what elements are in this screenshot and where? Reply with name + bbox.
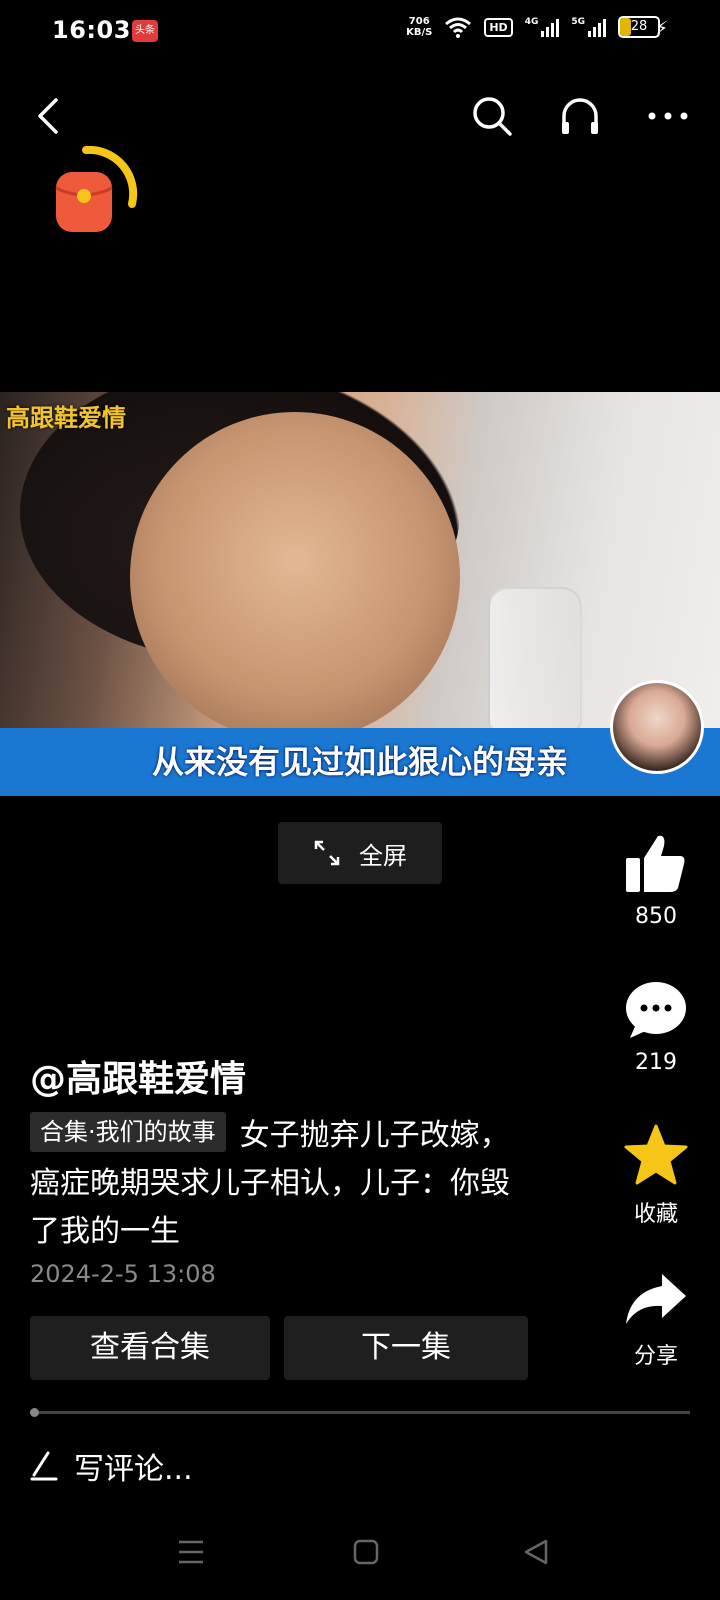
- favorite-label: 收藏: [633, 1202, 678, 1227]
- wifi-icon: [445, 17, 472, 38]
- share-button[interactable]: 分享: [620, 1270, 692, 1370]
- author-name[interactable]: @高跟鞋爱情: [30, 1050, 246, 1102]
- signal-4g-icon: 4G: [525, 17, 560, 37]
- post-description: 合集·我们的故事 女子抛弃儿子改嫁，癌症晚期哭求儿子相认，儿子：你毁了我的一生: [30, 1112, 530, 1256]
- comment-placeholder: 写评论...: [74, 1452, 193, 1487]
- net2-label: 5G: [571, 17, 585, 27]
- pencil-icon: [30, 1451, 58, 1481]
- red-packet-icon[interactable]: [52, 146, 142, 238]
- system-back-icon[interactable]: [522, 1538, 550, 1566]
- video-scene-face: [130, 412, 460, 742]
- comment-bubble-icon: [626, 982, 686, 1038]
- battery-icon: 28: [618, 16, 660, 38]
- fullscreen-button[interactable]: 全屏: [278, 822, 442, 884]
- status-time: 16:03: [52, 16, 131, 44]
- toutiao-notification-icon: 头条: [132, 20, 158, 42]
- expand-icon: [314, 840, 340, 866]
- hd-voice-icon: HD: [484, 17, 513, 37]
- thumbs-up-icon: [626, 835, 685, 892]
- charging-icon: ⚡: [655, 18, 668, 39]
- net1-label: 4G: [524, 17, 539, 27]
- battery-level: 28: [630, 19, 648, 34]
- next-episode-button[interactable]: 下一集: [284, 1316, 528, 1380]
- comment-input[interactable]: 写评论...: [30, 1444, 193, 1488]
- star-icon: [624, 1124, 688, 1185]
- collection-tag[interactable]: 合集·我们的故事: [30, 1112, 226, 1152]
- home-icon[interactable]: [352, 1538, 380, 1566]
- status-indicators: 706 KB/S HD 4G 5G 28: [406, 16, 660, 38]
- video-scene-bottle: [488, 587, 582, 731]
- video-watermark: 高跟鞋爱情: [6, 404, 126, 432]
- favorite-button[interactable]: 收藏: [620, 1124, 692, 1228]
- menu-icon[interactable]: [176, 1538, 206, 1566]
- signal-5g-icon: 5G: [571, 17, 606, 37]
- share-arrow-icon: [626, 1274, 686, 1324]
- post-date: 2024-2-5 13:08: [30, 1260, 216, 1288]
- channel-avatar[interactable]: [610, 680, 704, 774]
- video-player[interactable]: 高跟鞋爱情 从来没有见过如此狠心的母亲: [0, 392, 720, 796]
- share-label: 分享: [633, 1344, 678, 1369]
- speed-unit: KB/S: [406, 27, 433, 38]
- like-count: 850: [635, 904, 677, 929]
- speed-value: 706: [408, 16, 430, 27]
- video-progress-track[interactable]: [30, 1411, 690, 1414]
- comment-button[interactable]: 219: [620, 980, 692, 1075]
- search-icon[interactable]: [470, 94, 514, 138]
- like-button[interactable]: 850: [620, 832, 692, 929]
- fullscreen-label: 全屏: [359, 841, 407, 870]
- headphones-icon[interactable]: [558, 94, 602, 138]
- comment-count: 219: [635, 1050, 677, 1075]
- network-speed: 706 KB/S: [406, 16, 432, 38]
- back-arrow-icon[interactable]: [30, 96, 70, 136]
- view-collection-button[interactable]: 查看合集: [30, 1316, 270, 1380]
- more-options-icon[interactable]: [646, 94, 690, 138]
- video-progress-handle[interactable]: [30, 1408, 39, 1417]
